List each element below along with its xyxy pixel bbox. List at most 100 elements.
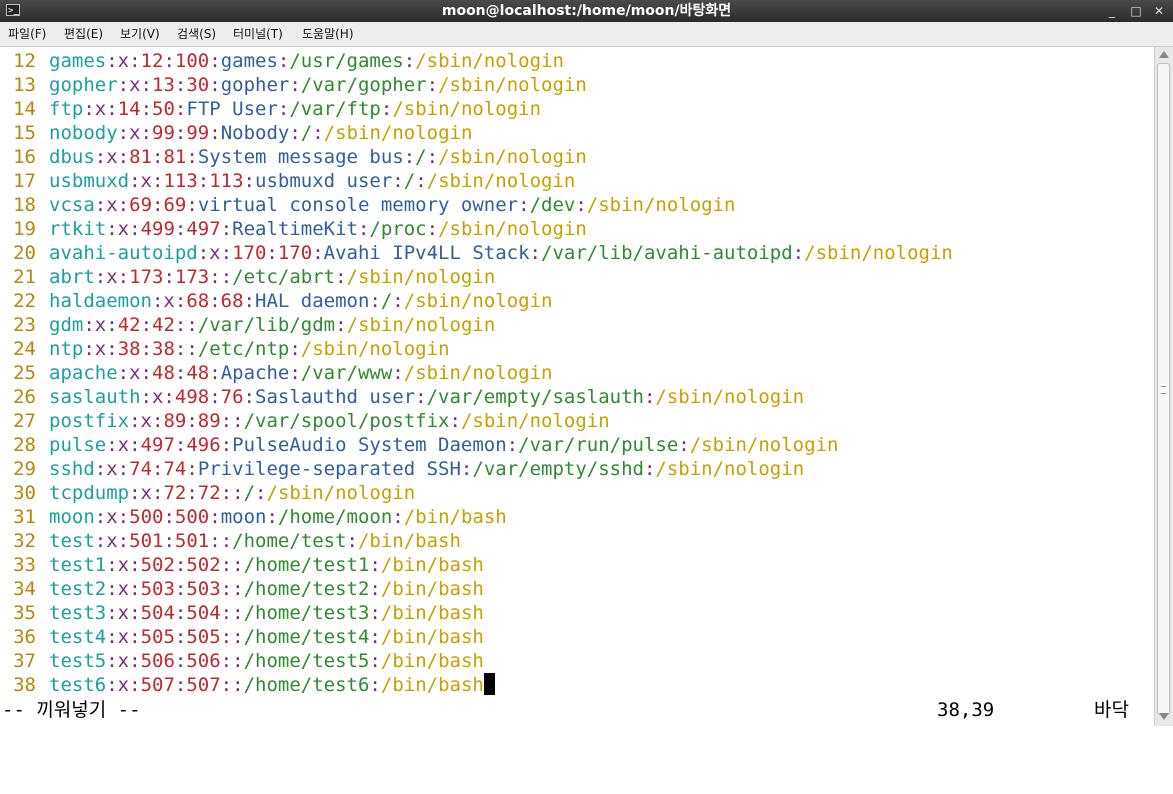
field-separator: : [392,170,404,192]
text-line[interactable]: 14 ftp:x:14:50:FTP User:/var/ftp:/sbin/no… [0,97,541,121]
terminal-text-area[interactable]: 12 games:x:12:100:games:/usr/games:/sbin/… [0,47,1154,726]
vertical-scrollbar[interactable] [1154,47,1173,726]
field-separator: : [220,578,233,600]
scrollbar-thumb[interactable] [1157,63,1170,715]
menu-file[interactable]: 파일(F) [8,22,46,46]
text-line[interactable]: 24 ntp:x:38:38::/etc/ntp:/sbin/nologin [0,337,449,361]
field-separator: : [117,458,130,480]
text-line[interactable]: 30 tcpdump:x:72:72::/:/sbin/nologin [0,481,415,505]
gid: 50 [152,98,175,120]
password-placeholder: x [117,650,130,672]
text-line[interactable]: 32 test:x:501:501::/home/test:/bin/bash [0,529,461,553]
window-titlebar[interactable]: >_ moon@localhost:/home/moon/바탕화면 _ □ ✕ [0,0,1173,22]
gecos: Privilege-separated SSH [197,458,461,480]
login-shell: /bin/bash [380,626,484,648]
field-separator: : [163,386,175,408]
field-separator: : [129,602,141,624]
password-placeholder: x [106,458,118,480]
text-line[interactable]: 12 games:x:12:100:games:/usr/games:/sbin/… [0,49,564,73]
text-line[interactable]: 37 test5:x:506:506::/home/test5:/bin/bash [0,649,484,673]
menu-terminal[interactable]: 터미널(T) [233,22,283,46]
text-line[interactable]: 34 test2:x:503:503::/home/test2:/bin/bash [0,577,484,601]
home-directory: /home/moon [277,506,393,528]
gid: 68 [220,290,244,312]
field-separator: : [518,194,530,216]
minimize-button[interactable]: _ [1104,3,1120,19]
line-number: 34 [13,578,36,600]
login-shell: /bin/bash [380,602,484,624]
text-line[interactable]: 25 apache:x:48:48:Apache:/var/www:/sbin/n… [0,361,552,385]
password-placeholder: x [106,194,118,216]
text-line[interactable]: 18 vcsa:x:69:69:virtual console memory ow… [0,193,735,217]
login-shell: /sbin/nologin [346,266,496,288]
field-separator: : [243,290,255,312]
username: abrt [49,266,95,288]
field-separator: : [220,218,233,240]
username: ftp [49,98,84,120]
field-separator: : [460,458,473,480]
uid: 497 [140,434,175,456]
gid: 74 [163,458,187,480]
text-line[interactable]: 26 saslauth:x:498:76:Saslauthd user:/var/… [0,385,804,409]
text-line[interactable]: 19 rtkit:x:499:497:RealtimeKit:/proc:/sbi… [0,217,587,241]
menu-edit[interactable]: 편집(E) [64,22,103,46]
uid: 499 [140,218,175,240]
field-separator: : [643,458,656,480]
line-number: 14 [13,98,36,120]
field-separator: : [220,434,233,456]
home-directory: /var/empty/saslauth [426,386,644,408]
text-line[interactable]: 13 gopher:x:13:30:gopher:/var/gopher:/sbi… [0,73,587,97]
text-line[interactable]: 38 test6:x:507:507::/home/test6:/bin/bash [0,673,495,697]
text-line[interactable]: 20 avahi-autoipd:x:170:170:Avahi IPv4LL S… [0,241,953,265]
text-line[interactable]: 23 gdm:x:42:42::/var/lib/gdm:/sbin/nologi… [0,313,495,337]
text-line[interactable]: 33 test1:x:502:502::/home/test1:/bin/bash [0,553,484,577]
menu-search[interactable]: 검색(S) [177,22,216,46]
field-separator: : [220,482,233,504]
line-number: 12 [13,50,36,72]
field-separator: : [140,314,153,336]
password-placeholder: x [106,530,118,552]
line-number: 37 [13,650,36,672]
text-line[interactable]: 36 test4:x:505:505::/home/test4:/bin/bash [0,625,484,649]
field-separator: : [94,266,107,288]
field-separator: : [392,290,404,312]
uid: 503 [140,578,175,600]
field-separator: : [186,338,198,360]
menu-view[interactable]: 보기(V) [120,22,160,46]
gecos: PulseAudio System Daemon [232,434,507,456]
text-line[interactable]: 29 sshd:x:74:74:Privilege-separated SSH:/… [0,457,804,481]
field-separator: : [335,314,347,336]
gid: 69 [163,194,187,216]
field-separator: : [117,194,130,216]
uid: 68 [186,290,210,312]
uid: 12 [140,50,164,72]
text-line[interactable]: 16 dbus:x:81:81:System message bus:/:/sbi… [0,145,587,169]
text-line[interactable]: 28 pulse:x:497:496:PulseAudio System Daem… [0,433,838,457]
text-line[interactable]: 27 postfix:x:89:89::/var/spool/postfix:/s… [0,409,610,433]
text-line[interactable]: 31 moon:x:500:500:moon:/home/moon:/bin/ba… [0,505,507,529]
text-line[interactable]: 22 haldaemon:x:68:68:HAL daemon:/:/sbin/n… [0,289,552,313]
username: nobody [49,122,118,144]
field-separator: : [174,98,187,120]
username: apache [49,362,118,384]
field-separator: : [129,170,141,192]
gecos: gopher [220,74,290,96]
text-line[interactable]: 35 test3:x:504:504::/home/test3:/bin/bash [0,601,484,625]
field-separator: : [369,674,381,696]
scroll-down-arrow-icon[interactable] [1159,713,1169,720]
scroll-up-arrow-icon[interactable] [1159,51,1169,58]
text-line[interactable]: 17 usbmuxd:x:113:113:usbmuxd user:/:/sbin… [0,169,575,193]
text-line[interactable]: 15 nobody:x:99:99:Nobody:/:/sbin/nologin [0,121,472,145]
maximize-button[interactable]: □ [1128,3,1144,19]
close-button[interactable]: ✕ [1151,3,1167,19]
gecos: RealtimeKit [232,218,358,240]
home-directory: / [415,146,427,168]
text-line[interactable]: 21 abrt:x:173:173::/etc/abrt:/sbin/nologi… [0,265,495,289]
field-separator: : [186,314,198,336]
field-separator: : [369,554,381,576]
password-placeholder: x [140,170,152,192]
menu-help[interactable]: 도움말(H) [302,22,354,46]
gid: 89 [197,410,221,432]
home-directory: /proc [369,218,427,240]
field-separator: : [232,410,244,432]
